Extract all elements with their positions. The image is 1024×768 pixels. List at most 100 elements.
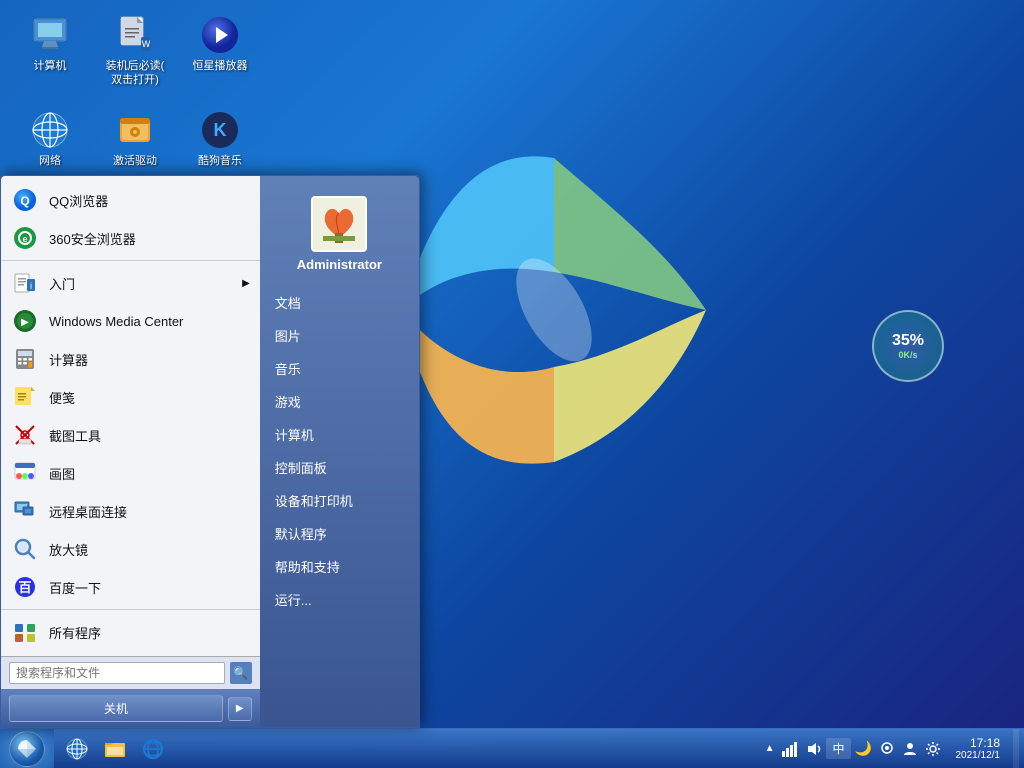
shutdown-button[interactable]: 关机 <box>9 695 223 722</box>
menu-item-snipping[interactable]: 截图工具 <box>1 416 260 454</box>
360-browser-label: 360安全浏览器 <box>49 229 136 248</box>
taskbar-right: ▲ 中 🌙 <box>762 729 1024 768</box>
menu-item-magnifier[interactable]: 放大镜 <box>1 530 260 568</box>
right-menu-help[interactable]: 帮助和支持 <box>260 551 419 582</box>
desktop-icon-hengxing[interactable]: 恒星播放器 <box>180 10 260 100</box>
wmc-icon: ▶ <box>11 307 39 335</box>
computer-icon <box>30 15 70 55</box>
shutdown-arrow-button[interactable]: ▶ <box>228 697 252 721</box>
tray-expand-button[interactable]: ▲ <box>762 743 778 754</box>
menu-separator-2 <box>1 609 260 610</box>
lang-indicator[interactable]: 中 <box>826 738 850 759</box>
menu-item-calculator[interactable]: 计算器 <box>1 340 260 378</box>
right-menu-computer[interactable]: 计算机 <box>260 419 419 450</box>
menu-item-remote[interactable]: 远程桌面连接 <box>1 492 260 530</box>
hengxing-label: 恒星播放器 <box>193 59 248 73</box>
search-bar: 🔍 <box>1 656 260 689</box>
tray-network-icon[interactable] <box>780 739 800 759</box>
calculator-label: 计算器 <box>49 350 88 369</box>
search-input[interactable] <box>9 662 225 684</box>
right-menu-control-panel[interactable]: 控制面板 <box>260 452 419 483</box>
user-avatar <box>311 196 367 252</box>
svg-text:Q: Q <box>20 194 29 208</box>
qq-browser-label: QQ浏览器 <box>49 191 108 210</box>
start-menu: Q QQ浏览器 e 360安全浏览器 <box>0 175 420 728</box>
baidu-icon: 百 <box>11 573 39 601</box>
tray-user-icon[interactable] <box>900 739 920 759</box>
menu-item-paint[interactable]: 画图 <box>1 454 260 492</box>
all-programs-label: 所有程序 <box>49 623 101 642</box>
driver-label: 激活驱动 <box>113 154 157 168</box>
desktop: 35% 0K/s 计算机 <box>0 0 1024 768</box>
calculator-icon <box>11 345 39 373</box>
taskbar-icon-ie[interactable] <box>135 731 171 767</box>
desktop-icon-computer[interactable]: 计算机 <box>10 10 90 100</box>
svg-text:e: e <box>22 234 27 244</box>
menu-item-sticky[interactable]: 便笺 <box>1 378 260 416</box>
hengxing-icon <box>200 15 240 55</box>
svg-text:K: K <box>214 120 227 140</box>
desktop-icon-postinstall[interactable]: W 装机后必读(双击打开) <box>95 10 175 100</box>
intro-label: 入门 <box>49 274 75 293</box>
magnifier-label: 放大镜 <box>49 540 88 559</box>
postinstall-label: 装机后必读(双击打开) <box>106 59 165 88</box>
tray-gear-icon[interactable] <box>923 739 943 759</box>
intro-icon: i <box>11 269 39 297</box>
taskbar-icon-explorer[interactable] <box>97 731 133 767</box>
svg-text:i: i <box>30 281 32 291</box>
computer-label: 计算机 <box>34 59 67 73</box>
menu-item-all-programs[interactable]: 所有程序 <box>1 613 260 651</box>
start-button[interactable] <box>0 729 54 768</box>
svg-text:W: W <box>142 39 151 49</box>
all-programs-icon <box>11 618 39 646</box>
system-clock[interactable]: 17:18 2021/12/1 <box>948 736 1009 761</box>
system-tray: ▲ 中 🌙 <box>762 738 943 759</box>
kugo-icon: K <box>200 110 240 150</box>
menu-item-baidu[interactable]: 百 百度一下 <box>1 568 260 606</box>
menu-separator-1 <box>1 260 260 261</box>
right-menu-games[interactable]: 游戏 <box>260 386 419 417</box>
menu-item-wmc[interactable]: ▶ Windows Media Center <box>1 302 260 340</box>
clock-date: 2021/12/1 <box>956 750 1001 761</box>
remote-label: 远程桌面连接 <box>49 502 127 521</box>
wmc-label: Windows Media Center <box>49 314 183 329</box>
menu-item-intro[interactable]: i 入门 ▶ <box>1 264 260 302</box>
network-label: 网络 <box>39 154 61 168</box>
windows-logo <box>364 120 744 500</box>
right-menu-pictures[interactable]: 图片 <box>260 320 419 351</box>
search-button[interactable]: 🔍 <box>230 662 252 684</box>
start-menu-left: Q QQ浏览器 e 360安全浏览器 <box>1 176 260 727</box>
taskbar-icon-network[interactable] <box>59 731 95 767</box>
qq-browser-icon: Q <box>11 186 39 214</box>
baidu-label: 百度一下 <box>49 578 101 597</box>
menu-item-qq-browser[interactable]: Q QQ浏览器 <box>1 181 260 219</box>
snipping-icon <box>11 421 39 449</box>
tray-chat-icon[interactable] <box>877 739 897 759</box>
sticky-icon <box>11 383 39 411</box>
right-menu-run[interactable]: 运行... <box>260 584 419 615</box>
right-menu-default-programs[interactable]: 默认程序 <box>260 518 419 549</box>
tray-moon-icon[interactable]: 🌙 <box>854 739 874 759</box>
start-menu-right: Administrator 文档 图片 音乐 游戏 计算机 控制面板 设备和打印… <box>260 176 419 727</box>
driver-icon <box>115 110 155 150</box>
tray-volume-icon[interactable] <box>803 739 823 759</box>
speed-percent: 35% <box>892 332 924 350</box>
svg-text:百: 百 <box>18 580 31 595</box>
paint-label: 画图 <box>49 464 75 483</box>
kugo-label: 酷狗音乐 <box>198 154 242 168</box>
right-menu-devices[interactable]: 设备和打印机 <box>260 485 419 516</box>
sticky-label: 便笺 <box>49 388 75 407</box>
taskbar: ▲ 中 🌙 <box>0 728 1024 768</box>
start-menu-items: Q QQ浏览器 e 360安全浏览器 <box>1 176 260 656</box>
paint-icon <box>11 459 39 487</box>
svg-text:▶: ▶ <box>21 317 29 328</box>
network-icon <box>30 110 70 150</box>
postinstall-icon: W <box>115 15 155 55</box>
right-menu-documents[interactable]: 文档 <box>260 287 419 318</box>
intro-arrow: ▶ <box>242 278 250 289</box>
user-name: Administrator <box>297 257 382 272</box>
menu-item-360-browser[interactable]: e 360安全浏览器 <box>1 219 260 257</box>
right-menu-music[interactable]: 音乐 <box>260 353 419 384</box>
show-desktop-button[interactable] <box>1013 729 1019 768</box>
right-menu-items: 文档 图片 音乐 游戏 计算机 控制面板 设备和打印机 默认程序 帮助和支持 运… <box>260 282 419 620</box>
